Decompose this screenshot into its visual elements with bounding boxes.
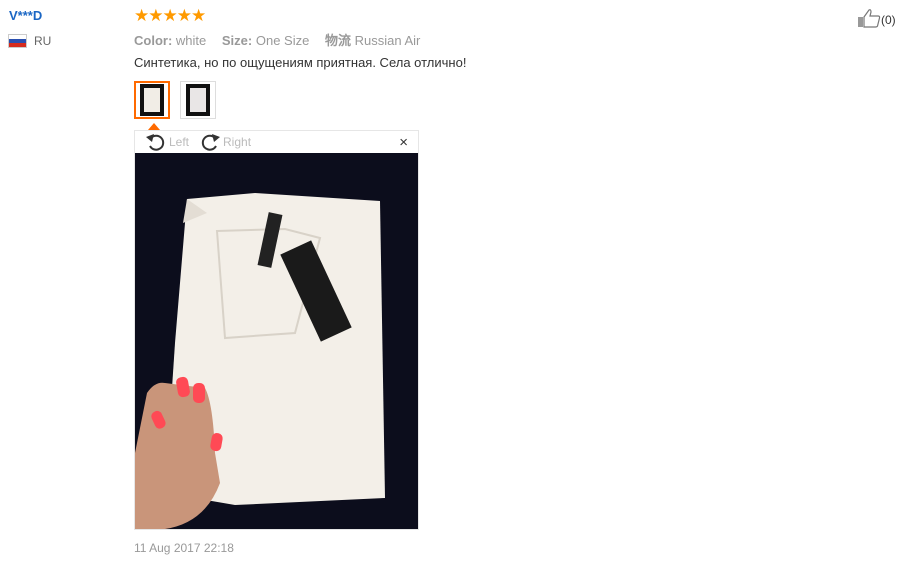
rotate-left-label: Left <box>169 135 190 149</box>
close-icon[interactable]: × <box>399 134 408 151</box>
size-label: Size: <box>221 33 253 48</box>
photo-thumbnail-2[interactable] <box>180 81 216 119</box>
review-date: 11 Aug 2017 22:18 <box>134 541 234 555</box>
rotate-left-icon <box>146 134 165 151</box>
review-photo <box>135 153 418 529</box>
shipping-label: 物流 <box>324 33 351 48</box>
star-rating: ★★★★★ <box>134 6 206 25</box>
color-label: Color: <box>134 33 173 48</box>
review-photo-thumbnails <box>134 81 216 119</box>
rotate-right-label: Right <box>223 135 252 149</box>
country-code: RU <box>34 34 52 48</box>
active-thumbnail-pointer <box>148 123 160 130</box>
reviewer-country: RU <box>9 34 51 48</box>
thumbs-up-icon <box>857 8 881 31</box>
rotate-right-button[interactable]: Right <box>199 132 251 152</box>
photo-thumbnail-image <box>140 84 164 116</box>
reviewer-name[interactable]: V***D <box>9 8 42 23</box>
viewer-controls: Left Right × <box>135 131 418 153</box>
order-attributes: Color: white Size: One Size 物流 Russian A… <box>134 30 432 49</box>
helpful-count: (0) <box>881 12 896 27</box>
russia-flag-icon <box>9 35 26 47</box>
photo-thumbnail-1[interactable] <box>134 81 170 119</box>
rotate-left-button[interactable]: Left <box>145 132 189 152</box>
photo-viewer: Left Right × <box>134 130 419 530</box>
review-text: Синтетика, но по ощущениям приятная. Сел… <box>134 55 467 70</box>
shipping-value: Russian Air <box>354 33 421 48</box>
color-value: white <box>175 33 207 48</box>
rotate-right-icon <box>201 134 221 151</box>
photo-thumbnail-image <box>186 84 210 116</box>
size-value: One Size <box>255 33 310 48</box>
helpful-button[interactable]: (0) <box>857 8 896 31</box>
